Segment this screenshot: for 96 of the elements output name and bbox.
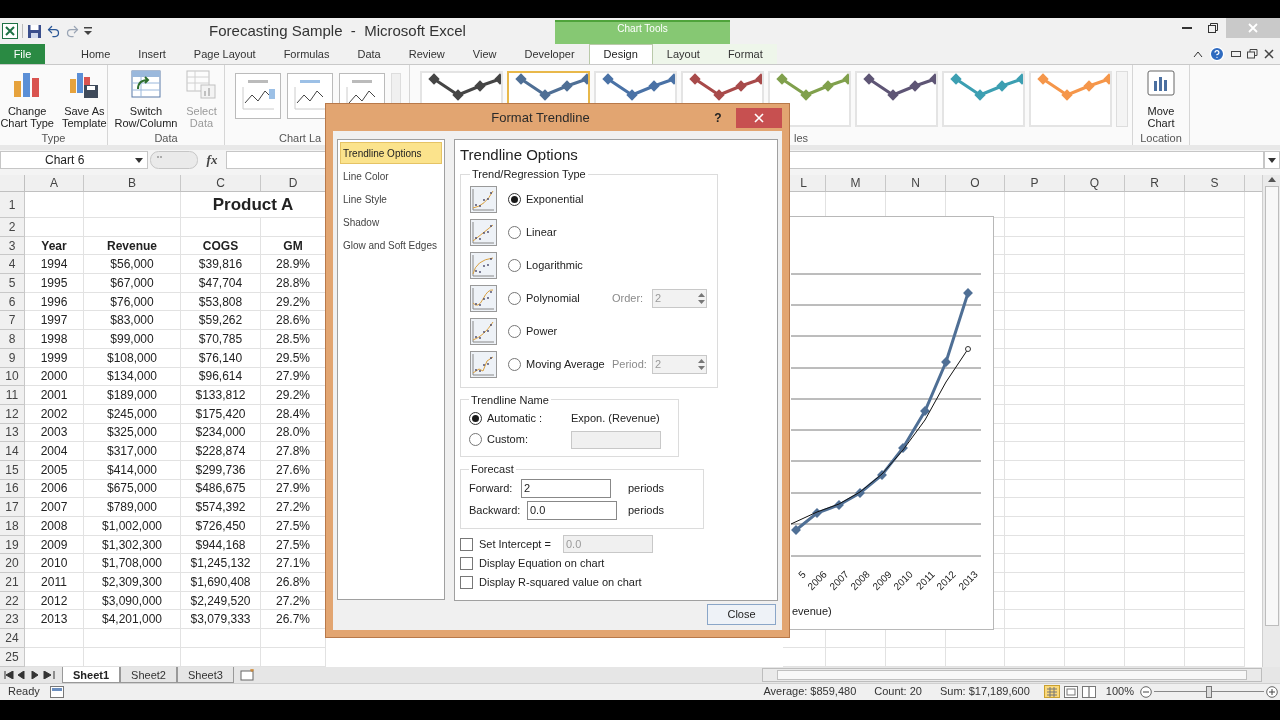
group-caption: Forecast [471, 463, 514, 475]
table-cell: 2009 [25, 535, 84, 555]
radio-label: Automatic : [487, 411, 544, 427]
radio-label: Custom: [487, 432, 529, 448]
table-cell: $1,690,408 [181, 573, 261, 592]
table-cell: $3,079,333 [181, 610, 261, 630]
table-cell: $574,392 [181, 498, 261, 517]
table-cell: 1995 [25, 274, 84, 293]
checkbox-label: Set Intercept = [479, 536, 552, 552]
table-cell: $189,000 [84, 386, 181, 405]
table-cell: $108,000 [84, 348, 181, 368]
table-cell: 2006 [25, 479, 84, 499]
radio-label: Polynomial [526, 290, 581, 306]
field-label: Order: [612, 290, 645, 306]
table-cell: $175,420 [181, 404, 261, 424]
table-cell: 2013 [25, 610, 84, 630]
table-cell: $134,000 [84, 367, 181, 387]
status-text: Ready [8, 684, 41, 700]
table-cell: $76,140 [181, 348, 261, 368]
table-cell: 2003 [25, 423, 84, 443]
table-cell: 1999 [25, 348, 84, 368]
table-cell: 2002 [25, 404, 84, 424]
table-cell: 2011 [25, 573, 84, 592]
table-cell: $83,000 [84, 311, 181, 331]
table-cell: $486,675 [181, 479, 261, 499]
table-cell: Revenue [84, 236, 181, 256]
radio-label: Moving Average [526, 356, 606, 372]
group-label: les [794, 131, 809, 145]
table-cell: 2012 [25, 591, 84, 611]
table-cell: $53,808 [181, 292, 261, 312]
table-cell: 2004 [25, 442, 84, 461]
group-caption: Trendline Name [471, 393, 549, 406]
table-cell: $3,090,000 [84, 591, 181, 611]
table-cell: 2010 [25, 554, 84, 574]
table-cell: $675,000 [84, 479, 181, 499]
table-cell: $2,249,520 [181, 591, 261, 611]
table-cell: $228,874 [181, 442, 261, 461]
table-cell: $56,000 [84, 255, 181, 275]
table-cell: $67,000 [84, 274, 181, 293]
field-label: Backward: [469, 503, 522, 519]
table-cell: 1996 [25, 292, 84, 312]
group-label: Chart La [279, 131, 322, 145]
table-cell: Year [25, 236, 84, 256]
group-label: Location [1140, 131, 1182, 145]
table-cell: $1,002,000 [84, 517, 181, 536]
table-cell: $2,309,300 [84, 573, 181, 592]
field-label: Period: [612, 356, 648, 372]
table-cell: $76,000 [84, 292, 181, 312]
table-cell: 1994 [25, 255, 84, 275]
unit-label: periods [628, 481, 665, 497]
table-cell: 2000 [25, 367, 84, 387]
table-cell: $245,000 [84, 404, 181, 424]
table-cell: $1,708,000 [84, 554, 181, 574]
table-cell: 2008 [25, 517, 84, 536]
table-cell: $317,000 [84, 442, 181, 461]
window-title: Forecasting Sample - Microsoft Excel [209, 20, 466, 41]
table-cell: 2007 [25, 498, 84, 517]
table-cell: 1997 [25, 311, 84, 331]
table-cell: $299,736 [181, 460, 261, 480]
checkbox-label: Display R-squared value on chart [479, 574, 642, 590]
table-cell: 1998 [25, 330, 84, 349]
panel-heading: Trendline Options [460, 146, 578, 163]
table-cell: $99,000 [84, 330, 181, 349]
axis-label: 5 [795, 568, 808, 583]
table-cell: 2005 [25, 460, 84, 480]
table-cell: $59,262 [181, 311, 261, 331]
group-caption: Trend/Regression Type [472, 168, 586, 180]
contextual-tab-header: Chart Tools [555, 20, 730, 44]
table-cell: $96,614 [181, 367, 261, 387]
table-cell: COGS [181, 236, 261, 256]
field-label: Forward: [469, 481, 514, 497]
table-cell: $944,168 [181, 535, 261, 555]
table-cell: $1,245,132 [181, 554, 261, 574]
table-cell: $414,000 [84, 460, 181, 480]
trendline-name-value: Expon. (Revenue) [571, 411, 660, 427]
table-cell: $4,201,000 [84, 610, 181, 630]
table-cell: $726,450 [181, 517, 261, 536]
legend-label: evenue) [792, 604, 832, 619]
radio-label: Linear [526, 224, 558, 240]
group-label: Type [41, 131, 66, 145]
checkbox-label: Display Equation on chart [479, 555, 605, 571]
radio-label: Exponential [526, 191, 585, 207]
table-cell: $70,785 [181, 330, 261, 349]
table-cell: $234,000 [181, 423, 261, 443]
unit-label: periods [628, 503, 665, 519]
table-cell: $47,704 [181, 274, 261, 293]
table-cell: $1,302,300 [84, 535, 181, 555]
dialog-title: Format Trendline [491, 108, 590, 127]
table-cell: $133,812 [181, 386, 261, 405]
radio-label: Power [526, 323, 559, 339]
table-cell: 2001 [25, 386, 84, 405]
table-cell: $39,816 [181, 255, 261, 275]
group-label: Data [154, 131, 178, 145]
radio-label: Logarithmic [526, 257, 584, 273]
table-cell: $325,000 [84, 423, 181, 443]
table-cell: $789,000 [84, 498, 181, 517]
